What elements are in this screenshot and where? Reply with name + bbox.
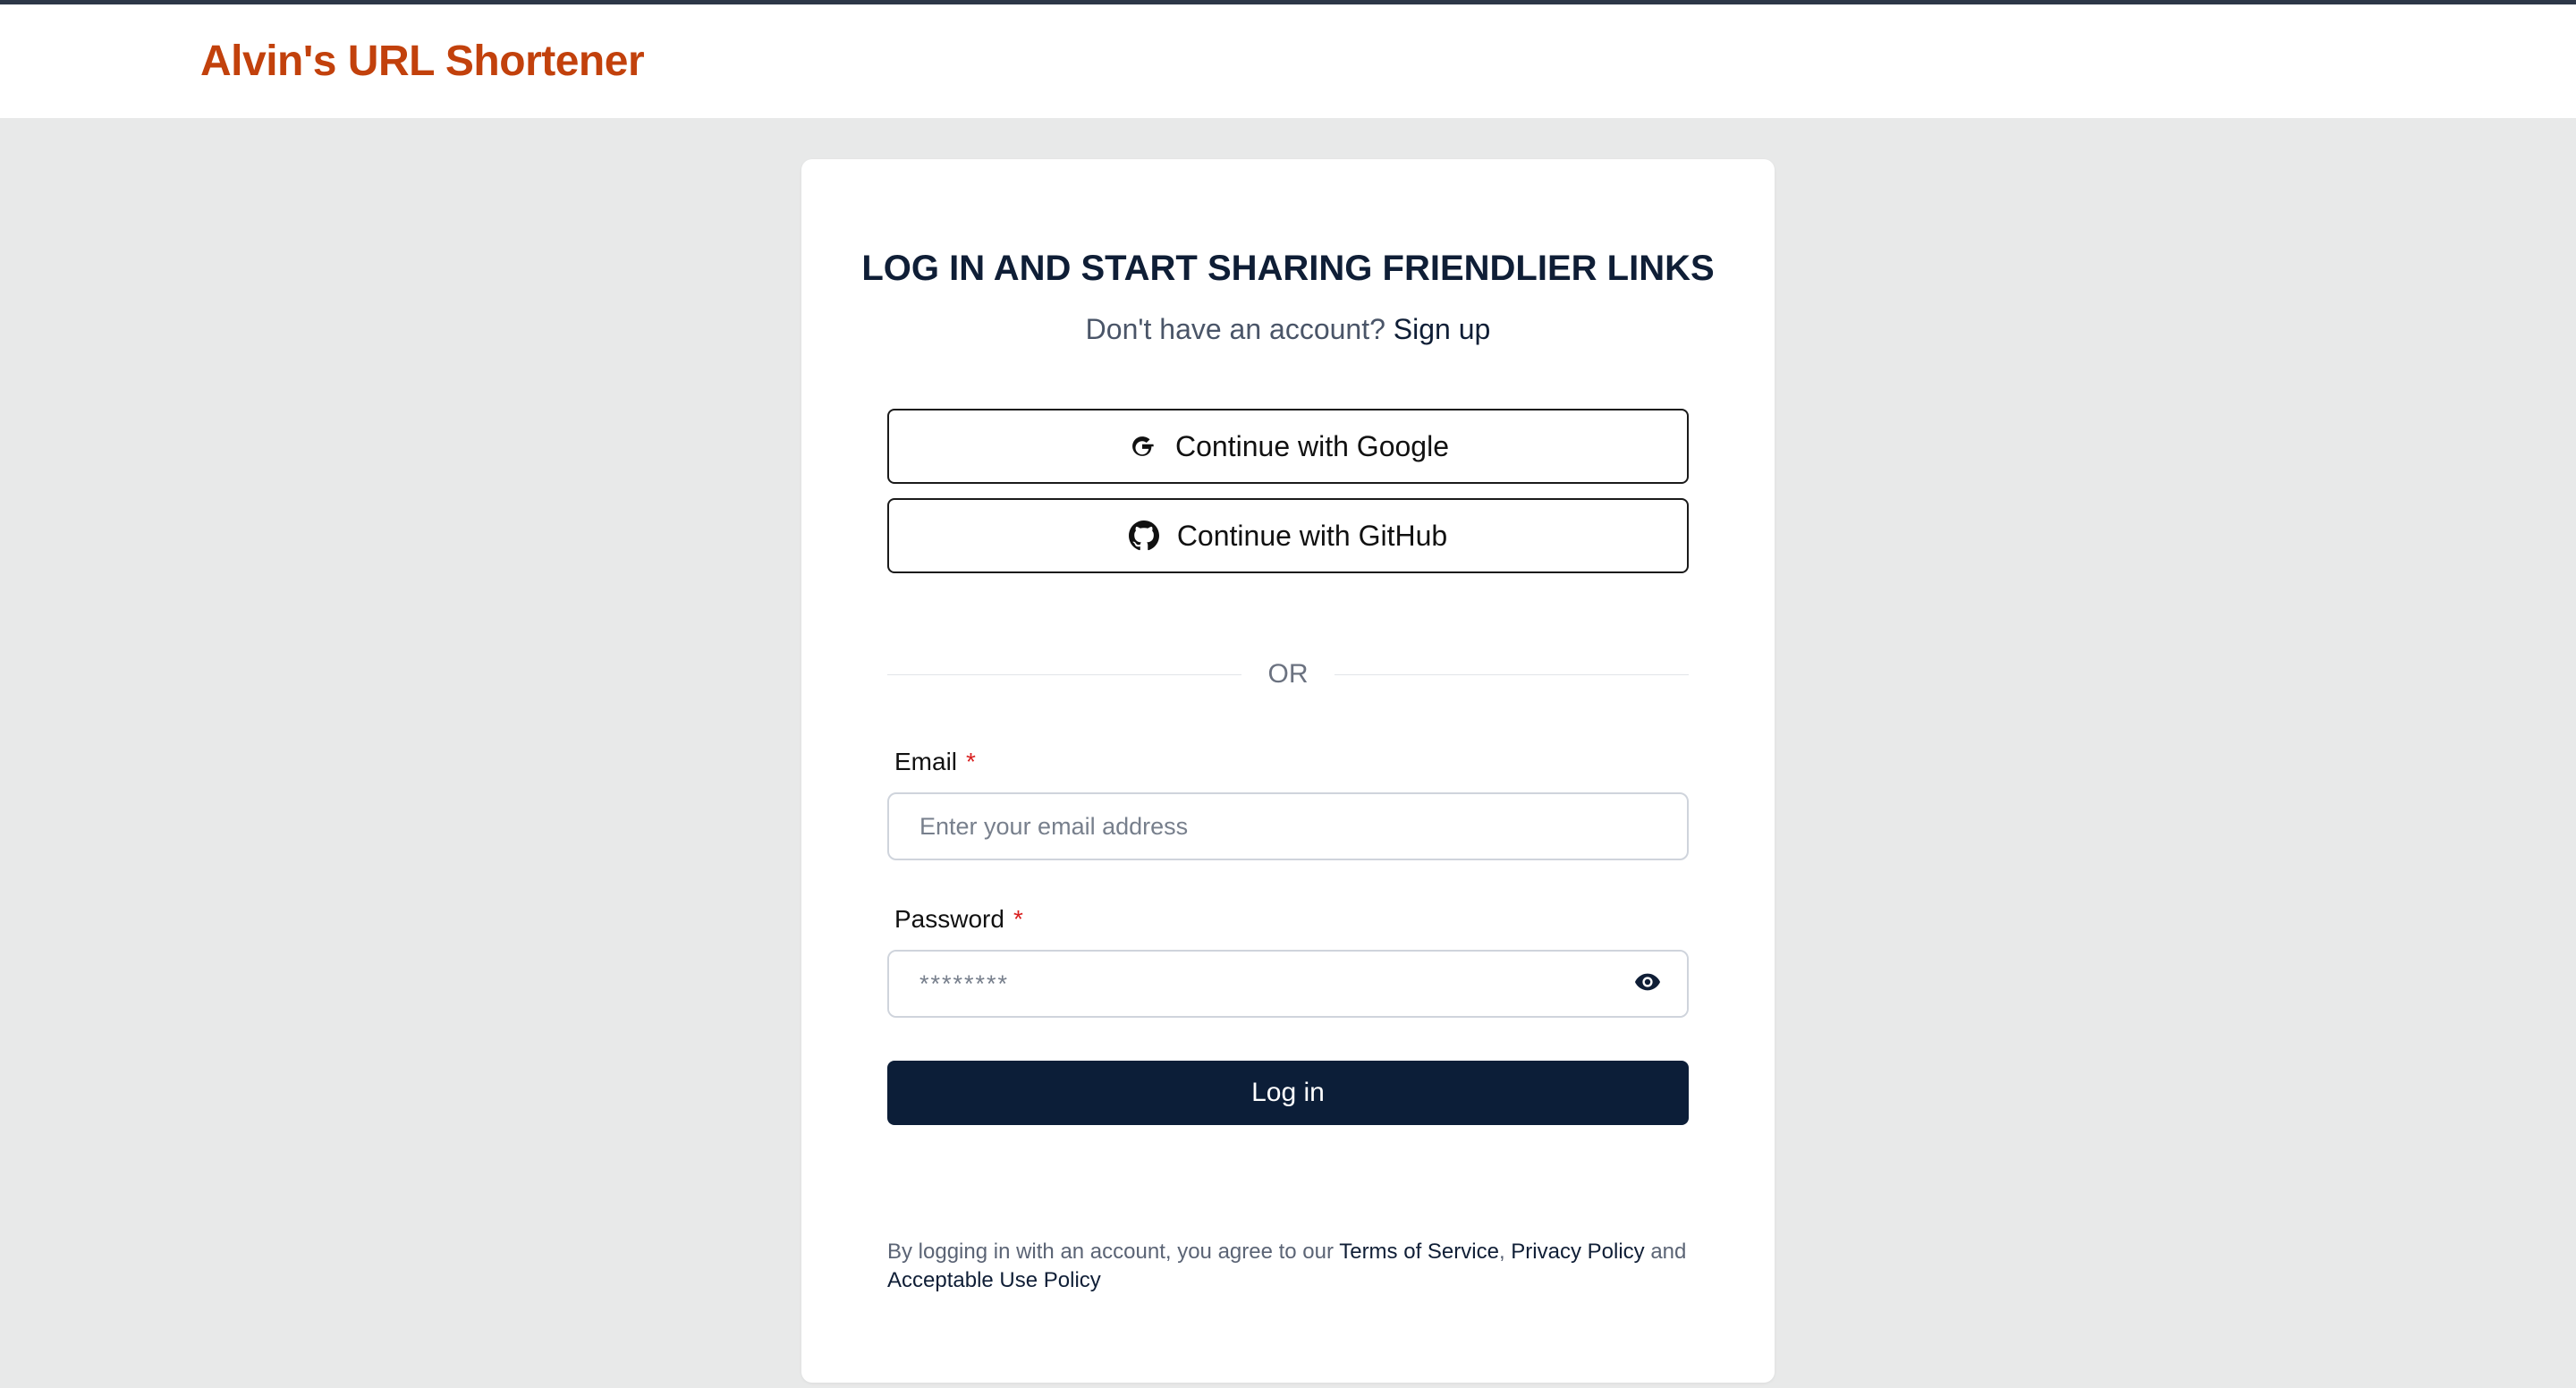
page-title: LOG IN AND START SHARING FRIENDLIER LINK… <box>861 249 1715 288</box>
divider-line-right <box>1335 674 1689 675</box>
legal-notice: By logging in with an account, you agree… <box>887 1238 1692 1295</box>
app-header: Alvin's URL Shortener <box>0 4 2576 118</box>
email-field[interactable] <box>887 792 1689 860</box>
password-label-text: Password <box>894 905 1004 933</box>
required-marker: * <box>966 748 976 775</box>
signup-prompt: Don't have an account? Sign up <box>801 313 1775 346</box>
signup-link[interactable]: Sign up <box>1394 313 1491 345</box>
continue-with-google-button[interactable]: Continue with Google <box>887 409 1689 484</box>
password-label: Password * <box>894 905 1023 934</box>
google-button-label: Continue with Google <box>1175 429 1449 462</box>
legal-comma: , <box>1498 1240 1505 1264</box>
eye-icon <box>1633 968 1662 1001</box>
brand-title[interactable]: Alvin's URL Shortener <box>200 37 645 86</box>
no-account-text: Don't have an account? <box>1085 313 1385 345</box>
terms-of-service-link[interactable]: Terms of Service <box>1339 1240 1499 1264</box>
google-icon <box>1127 431 1157 461</box>
legal-prefix: By logging in with an account, you agree… <box>887 1240 1334 1264</box>
privacy-policy-link[interactable]: Privacy Policy <box>1511 1240 1644 1264</box>
toggle-password-visibility-button[interactable] <box>1608 952 1687 1016</box>
email-label: Email * <box>894 748 976 776</box>
email-label-text: Email <box>894 748 958 775</box>
required-marker: * <box>1013 905 1023 933</box>
github-icon <box>1128 520 1159 551</box>
or-divider: OR <box>887 656 1689 692</box>
password-field-group <box>887 950 1689 1018</box>
login-card: LOG IN AND START SHARING FRIENDLIER LINK… <box>801 159 1775 1383</box>
legal-and: and <box>1650 1240 1687 1264</box>
login-button[interactable]: Log in <box>887 1061 1689 1125</box>
password-field[interactable] <box>889 952 1610 1016</box>
acceptable-use-policy-link[interactable]: Acceptable Use Policy <box>887 1268 1101 1292</box>
github-button-label: Continue with GitHub <box>1176 519 1448 552</box>
continue-with-github-button[interactable]: Continue with GitHub <box>887 498 1689 573</box>
